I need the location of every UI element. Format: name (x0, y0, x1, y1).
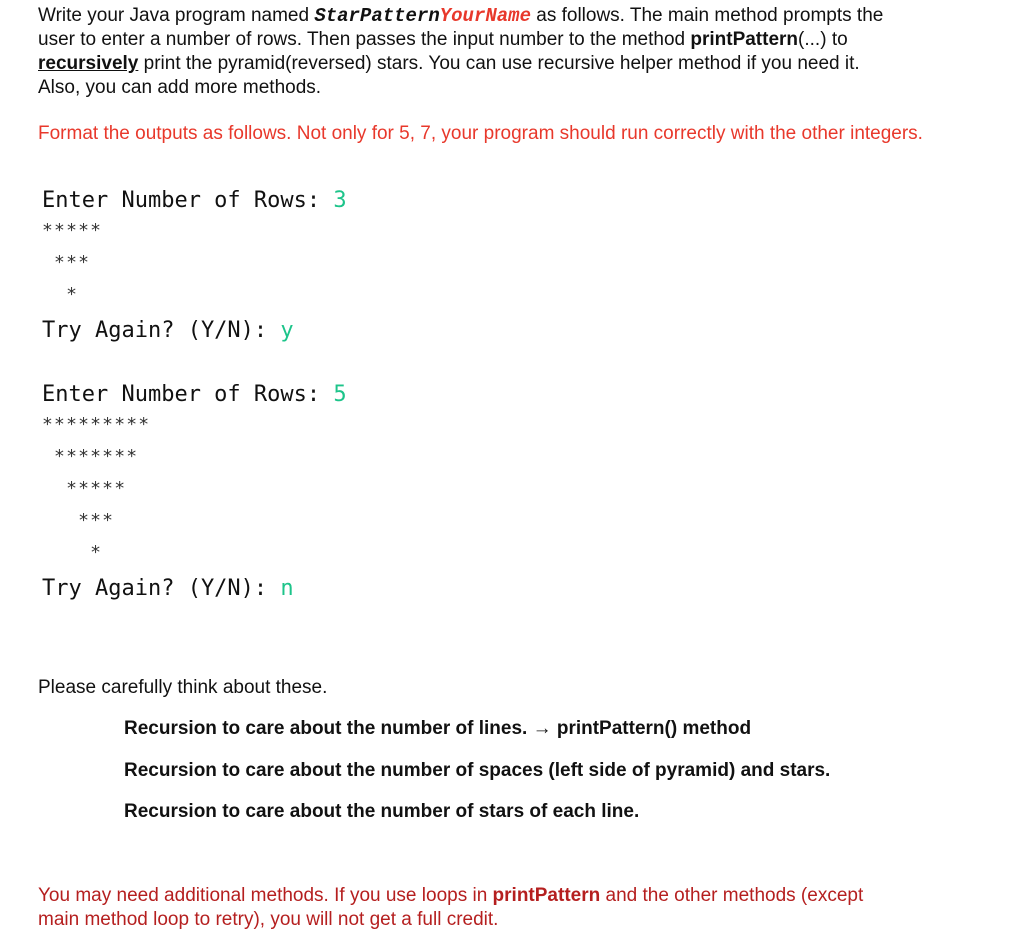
intro-line-4: Also, you can add more methods. (38, 77, 322, 98)
recursively-emphasis: recursively (38, 53, 139, 74)
intro-line-3: recursively print the pyramid(reversed) … (38, 53, 860, 74)
star-row: ***** (42, 220, 103, 241)
star-row: *** (42, 252, 91, 273)
footer-line-1: You may need additional methods. If you … (38, 885, 864, 906)
format-note: Format the outputs as follows. Not only … (38, 123, 923, 144)
star-row: *** (42, 510, 115, 531)
think-item: Recursion to care about the number of sp… (124, 760, 831, 781)
intro-paragraph: Write your Java program named StarPatter… (38, 4, 1013, 100)
star-row: ********* (42, 414, 151, 435)
star-row: ***** (42, 478, 127, 499)
rows-prompt: Enter Number of Rows: 3 (42, 188, 347, 213)
intro-line-1: Write your Java program named StarPatter… (38, 5, 884, 27)
retry-input: n (280, 576, 294, 601)
rows-input: 3 (333, 188, 347, 213)
footer-method-name: printPattern (492, 885, 601, 906)
retry-prompt: Try Again? (Y/N): y (42, 318, 294, 343)
retry-input: y (280, 318, 294, 343)
star-row: * (42, 542, 103, 563)
retry-prompt: Try Again? (Y/N): n (42, 576, 294, 601)
rows-prompt: Enter Number of Rows: 5 (42, 382, 347, 407)
think-heading: Please carefully think about these. (38, 677, 328, 698)
class-name: StarPatternYourName (314, 5, 531, 27)
think-item: Recursion to care about the number of st… (124, 801, 640, 822)
star-row: * (42, 284, 79, 305)
footer-line-2: main method loop to retry), you will not… (38, 909, 499, 930)
think-item: Recursion to care about the number of li… (124, 718, 752, 739)
intro-line-2: user to enter a number of rows. Then pas… (38, 29, 848, 50)
footer-note: You may need additional methods. If you … (38, 884, 1013, 932)
rows-input: 5 (333, 382, 347, 407)
star-row: ******* (42, 446, 139, 467)
method-name: printPattern (690, 29, 799, 50)
